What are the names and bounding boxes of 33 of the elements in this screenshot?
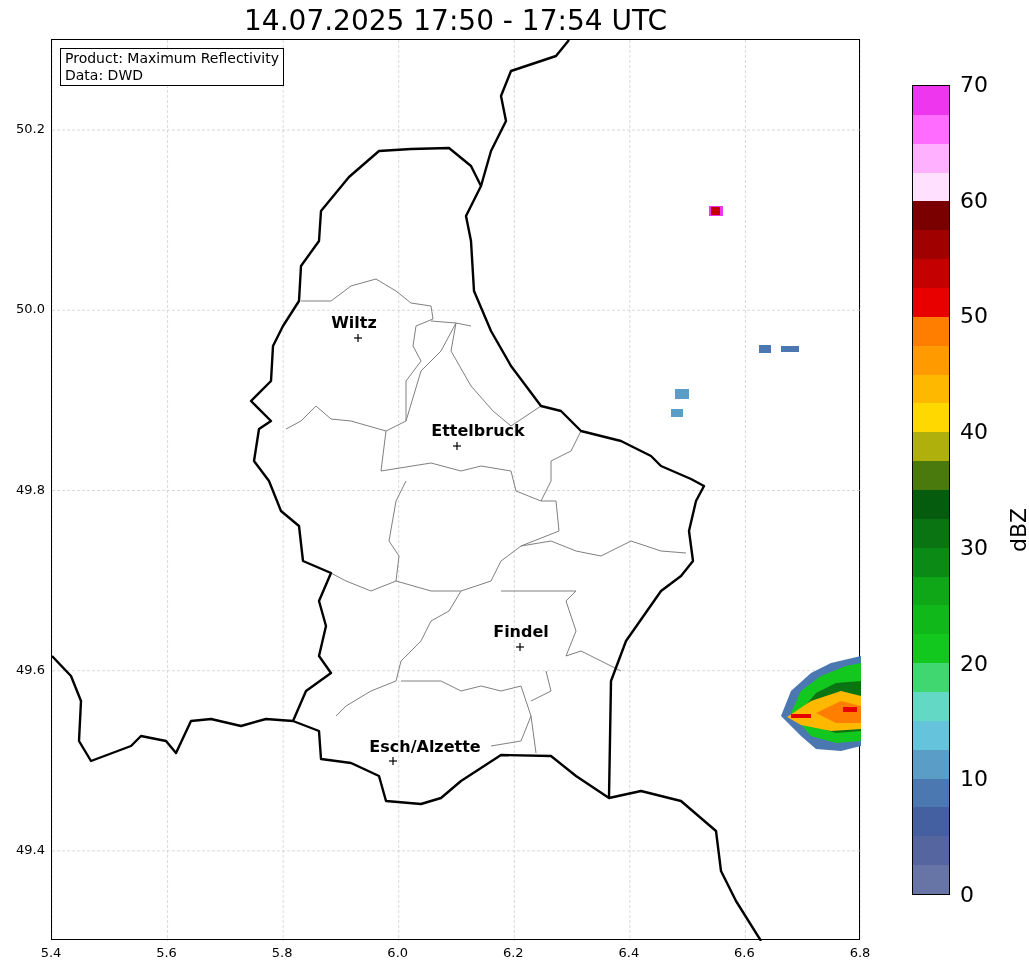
- colorbar-tick-label: 20: [960, 650, 988, 677]
- info-text: Product: Maximum Reflectivity: [65, 50, 279, 67]
- x-tick-label: 6.6: [734, 945, 755, 961]
- y-tick-label: 50.2: [16, 121, 45, 138]
- city-label: Ettelbruck: [431, 421, 525, 441]
- colorbar-axis-label: dBZ: [1006, 507, 1029, 553]
- city-marker-icon: [452, 441, 462, 451]
- city-label: Wiltz: [331, 313, 377, 333]
- colorbar-tick-label: 70: [960, 72, 988, 98]
- chart-title: 14.07.2025 17:50 - 17:54 UTC: [244, 3, 667, 39]
- city-marker-icon: [515, 642, 525, 652]
- y-tick-label: 50.0: [16, 301, 45, 318]
- y-tick-label: 49.4: [16, 841, 45, 858]
- colorbar-tick-label: 30: [960, 534, 988, 561]
- x-tick-label: 6.4: [618, 945, 640, 961]
- city-label: Esch/Alzette: [369, 737, 481, 757]
- city-marker-icon: [353, 333, 363, 343]
- y-tick-label: 49.8: [16, 481, 45, 498]
- x-tick-label: 5.4: [40, 945, 62, 961]
- info-text: Data: DWD: [65, 67, 144, 84]
- x-tick-label: 5.8: [271, 945, 293, 961]
- colorbar-tick-label: 10: [960, 766, 988, 793]
- colorbar-tick-label: 50: [960, 303, 988, 330]
- x-tick-label: 6.2: [502, 945, 524, 961]
- colorbar-tick-label: 40: [960, 419, 988, 446]
- colorbar-tick-label: 0: [960, 882, 974, 908]
- x-tick-label: 6.8: [849, 945, 871, 961]
- y-tick-label: 49.6: [16, 661, 45, 678]
- city-label: Findel: [493, 622, 549, 642]
- x-tick-label: 5.6: [156, 945, 177, 961]
- colorbar-tick-label: 60: [960, 187, 988, 214]
- x-tick-label: 6.0: [387, 945, 409, 961]
- city-marker-icon: [388, 756, 398, 766]
